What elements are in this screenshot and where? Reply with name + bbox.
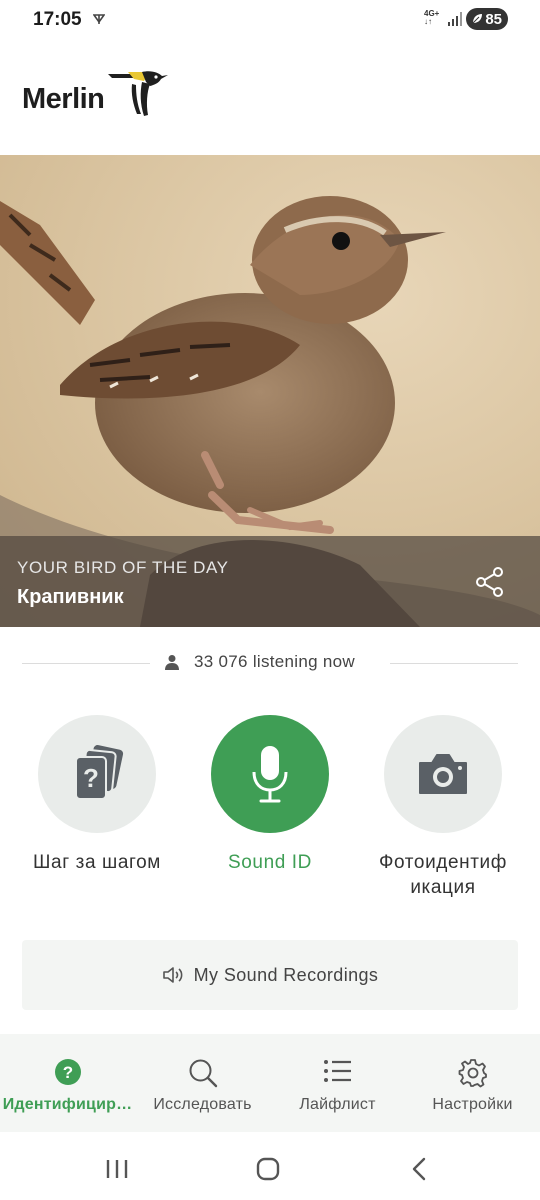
bird-name: Крапивник [17, 586, 124, 608]
speaker-icon [162, 967, 183, 983]
status-time: 17:05 [33, 9, 82, 30]
merlin-logo: Merlin [22, 70, 172, 126]
listening-count: 33 076 listening now [194, 652, 356, 671]
app-header: Merlin [0, 40, 540, 155]
question-cards-icon: ? [75, 745, 124, 800]
network-type: 4G+ ↓↑ [424, 9, 440, 26]
leaf-icon [472, 14, 482, 24]
divider-right [390, 663, 518, 664]
share-button[interactable] [468, 560, 512, 604]
svg-text:?: ? [62, 1063, 72, 1082]
person-icon [165, 655, 179, 670]
search-icon [189, 1059, 217, 1088]
listening-now-row: 33 076 listening now [22, 648, 518, 680]
tab-settings-label: Настройки [432, 1096, 513, 1113]
back-icon [412, 1157, 426, 1181]
tab-explore[interactable]: Исследовать [135, 1034, 270, 1132]
step-by-step-action[interactable]: ? Шаг за шагом [7, 715, 187, 875]
bird-of-the-day-caption: YOUR BIRD OF THE DAY Крапивник [0, 536, 540, 627]
bird-of-the-day-card[interactable]: YOUR BIRD OF THE DAY Крапивник [0, 155, 540, 627]
list-icon [323, 1060, 351, 1082]
tab-identify[interactable]: ? Идентифицир… [0, 1034, 135, 1132]
photo-id-action[interactable]: Фотоидентиф икация [353, 715, 533, 900]
recent-apps-icon [106, 1160, 128, 1178]
nfc-icon [92, 12, 106, 30]
battery-indicator: 85 [466, 8, 508, 30]
gear-icon [458, 1059, 487, 1088]
tab-lifelist-label: Лайфлист [299, 1096, 376, 1113]
microphone-icon [252, 746, 288, 803]
woodpecker-logo-icon [108, 71, 168, 116]
sound-id-button[interactable] [211, 715, 329, 833]
step-by-step-button[interactable]: ? [38, 715, 156, 833]
tab-identify-label: Идентифицир… [2, 1096, 133, 1113]
photo-id-button[interactable] [384, 715, 502, 833]
logo-text: Merlin [22, 83, 105, 115]
recent-apps-button[interactable] [102, 1154, 132, 1184]
divider-left [22, 663, 150, 664]
step-by-step-label: Шаг за шагом [33, 852, 161, 873]
svg-text:?: ? [83, 763, 99, 793]
camera-icon [419, 754, 467, 794]
sound-id-label: Sound ID [227, 852, 313, 873]
bird-of-the-day-label: YOUR BIRD OF THE DAY [17, 558, 229, 577]
battery-level: 85 [485, 10, 502, 28]
signal-icon [447, 11, 463, 32]
share-icon [476, 567, 503, 597]
bottom-navigation: ? Идентифицир… Исследовать Лайфлист Наст… [0, 1034, 540, 1132]
home-icon [256, 1157, 280, 1181]
status-bar: 17:05 4G+ ↓↑ 85 [0, 0, 540, 40]
system-navigation-bar [0, 1132, 540, 1200]
photo-id-label: Фотоидентиф икация [379, 852, 507, 898]
question-circle-icon: ? [54, 1059, 81, 1085]
back-button[interactable] [404, 1154, 434, 1184]
sound-id-action[interactable]: Sound ID [180, 715, 360, 875]
tab-explore-label: Исследовать [153, 1096, 252, 1113]
tab-settings[interactable]: Настройки [405, 1034, 540, 1132]
my-sound-recordings-button[interactable]: My Sound Recordings [22, 940, 518, 1010]
my-sound-recordings-label: My Sound Recordings [193, 964, 379, 985]
tab-lifelist[interactable]: Лайфлист [270, 1034, 405, 1132]
home-button[interactable] [253, 1154, 283, 1184]
